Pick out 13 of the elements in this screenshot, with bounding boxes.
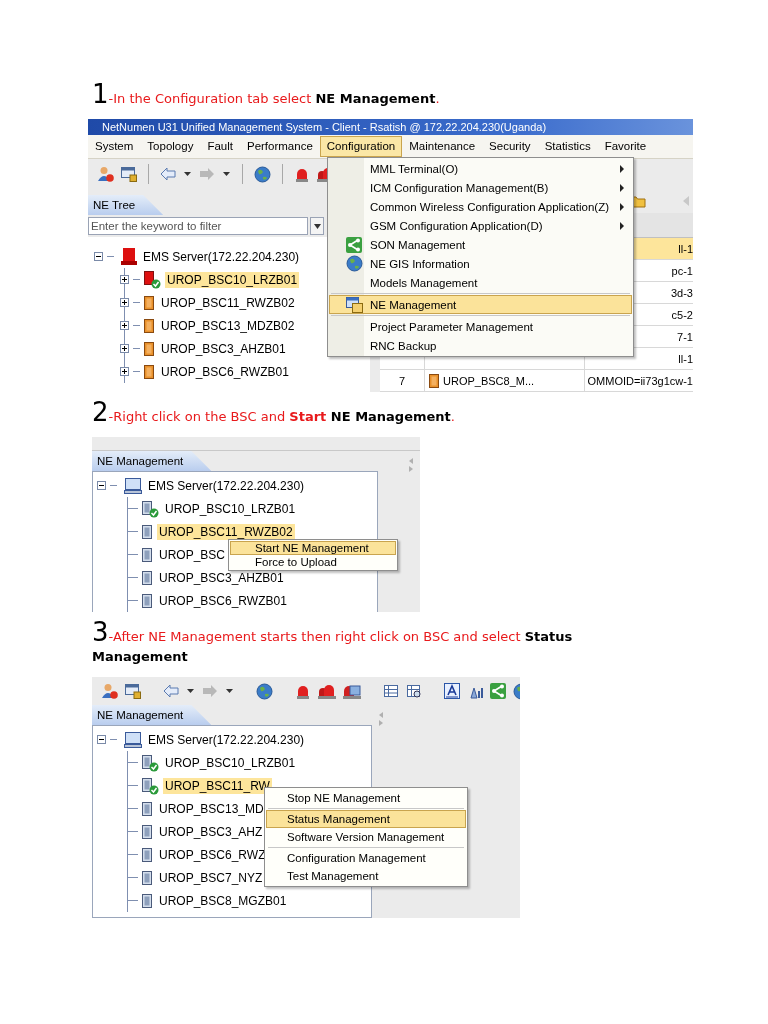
instruction-text: 1-In the Configuration tab select NE Management. bbox=[92, 84, 441, 109]
table-cell-text: OMMOID=ii73g1cw-1 bbox=[586, 373, 693, 389]
table-cell: UROP_BSC8_M... bbox=[443, 374, 535, 387]
window-title: NetNumen U31 Unified Management System - Client - Rsatish @ 172.22.204.230(Uganda) bbox=[88, 119, 693, 135]
table-cell-text: 7-1 bbox=[676, 329, 693, 345]
table-cell-text: c5-2 bbox=[670, 307, 693, 323]
instruction-text: 3-After NE Management starts then right click on BSC and select Status Management bbox=[92, 622, 574, 666]
table-cell-text: ll-1 bbox=[677, 241, 693, 257]
table-cell-text: pc-1 bbox=[670, 263, 693, 279]
table-cell-text: 3d-3 bbox=[669, 285, 693, 301]
instruction-text: 2-Right click on the BSC and Start NE Management. bbox=[92, 402, 456, 427]
table-cell: 7 bbox=[380, 370, 425, 391]
table-cell-text: ll-1 bbox=[677, 351, 693, 367]
